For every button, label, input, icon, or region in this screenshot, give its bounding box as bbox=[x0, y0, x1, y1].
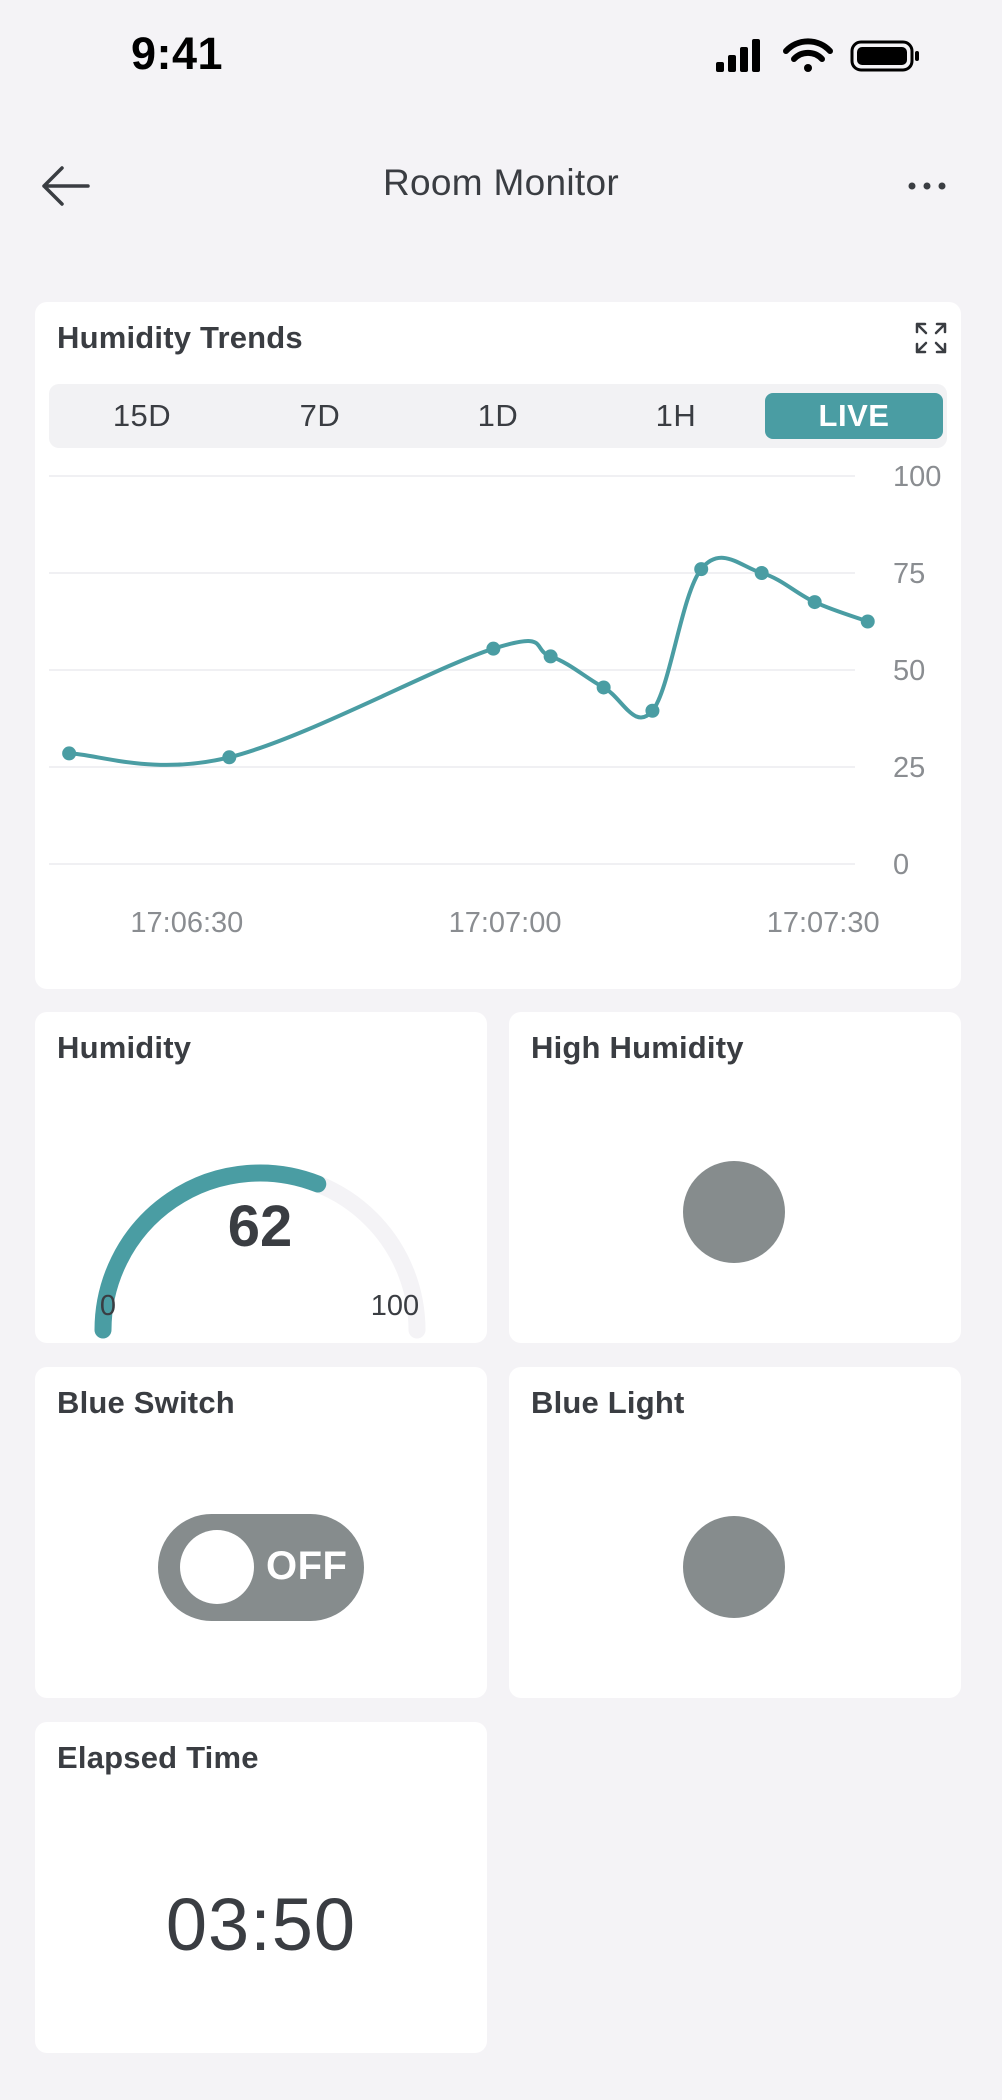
room-monitor-screen: 9:41 Room Monitor Humidity Trends 15D 7D… bbox=[0, 0, 1002, 2100]
blue-light-title: Blue Light bbox=[531, 1385, 685, 1420]
wifi-icon bbox=[783, 38, 833, 72]
toggle-knob bbox=[180, 1530, 254, 1604]
gauge-value: 62 bbox=[228, 1194, 293, 1259]
gauge-min-label: 0 bbox=[100, 1290, 116, 1322]
high-humidity-indicator bbox=[683, 1161, 785, 1263]
y-tick-label: 25 bbox=[893, 752, 925, 784]
humidity-gauge-card: Humidity 62 0 100 bbox=[35, 1012, 487, 1343]
tab-1h[interactable]: 1H bbox=[587, 393, 765, 439]
toggle-state-label: OFF bbox=[266, 1544, 348, 1588]
humidity-line-chart: 100 75 50 25 0 17:06:30 17:07:00 17:07:30 bbox=[49, 461, 941, 939]
battery-icon bbox=[850, 40, 919, 72]
tab-1d[interactable]: 1D bbox=[409, 393, 587, 439]
tab-15d[interactable]: 15D bbox=[53, 393, 231, 439]
elapsed-time-title: Elapsed Time bbox=[57, 1740, 259, 1775]
data-point bbox=[807, 595, 822, 610]
y-tick-label: 75 bbox=[893, 558, 925, 590]
humidity-trends-card: Humidity Trends 15D 7D 1D 1H LIVE 100 75 5… bbox=[35, 302, 961, 989]
data-point bbox=[62, 746, 77, 761]
elapsed-time-card: Elapsed Time 03:50 bbox=[35, 1722, 487, 2053]
humidity-series-line bbox=[67, 555, 870, 767]
tab-live[interactable]: LIVE bbox=[765, 393, 943, 439]
high-humidity-title: High Humidity bbox=[531, 1030, 744, 1065]
humidity-gauge: 62 0 100 bbox=[94, 1164, 426, 1339]
y-tick-label: 100 bbox=[893, 461, 941, 493]
more-options-icon[interactable] bbox=[900, 166, 954, 206]
y-tick-label: 50 bbox=[893, 655, 925, 687]
elapsed-time-value: 03:50 bbox=[165, 1883, 357, 1966]
data-point bbox=[694, 562, 709, 577]
data-point bbox=[486, 641, 501, 656]
humidity-trends-title: Humidity Trends bbox=[57, 320, 303, 355]
gauge-max-label: 100 bbox=[371, 1290, 419, 1322]
page-title: Room Monitor bbox=[383, 162, 619, 203]
x-tick-label: 17:07:00 bbox=[449, 907, 562, 939]
blue-switch-toggle[interactable]: OFF bbox=[158, 1514, 364, 1621]
expand-icon[interactable] bbox=[913, 320, 949, 356]
tab-7d[interactable]: 7D bbox=[231, 393, 409, 439]
blue-light-indicator bbox=[683, 1516, 785, 1618]
y-tick-label: 0 bbox=[893, 849, 909, 881]
data-point bbox=[543, 649, 558, 664]
cellular-signal-icon bbox=[716, 39, 760, 72]
x-tick-label: 17:07:30 bbox=[767, 907, 880, 939]
data-point bbox=[860, 614, 875, 629]
data-point bbox=[222, 750, 237, 765]
blue-switch-title: Blue Switch bbox=[57, 1385, 235, 1420]
status-icons bbox=[716, 38, 919, 72]
status-time: 9:41 bbox=[131, 28, 224, 79]
data-point bbox=[596, 680, 611, 695]
data-point bbox=[754, 566, 769, 580]
x-tick-label: 17:06:30 bbox=[130, 907, 243, 939]
blue-light-card: Blue Light bbox=[509, 1367, 961, 1698]
data-point bbox=[645, 703, 660, 718]
high-humidity-card: High Humidity bbox=[509, 1012, 961, 1343]
time-range-tabs: 15D 7D 1D 1H LIVE bbox=[49, 384, 947, 448]
blue-switch-card: Blue Switch OFF bbox=[35, 1367, 487, 1698]
